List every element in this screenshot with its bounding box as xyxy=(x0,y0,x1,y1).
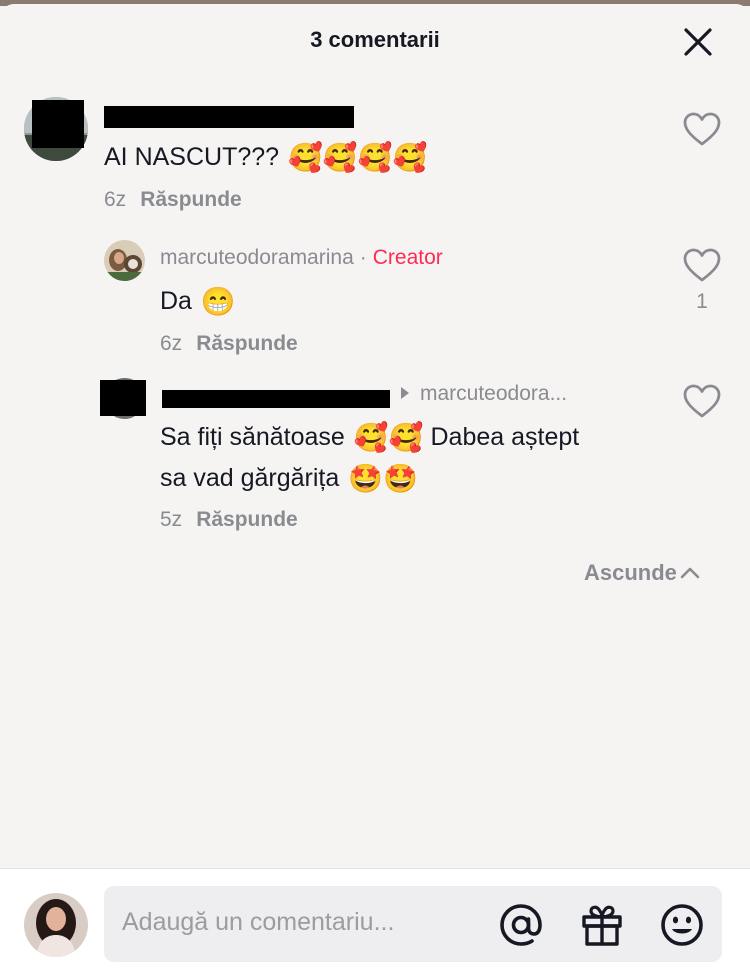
like-button[interactable] xyxy=(682,110,722,150)
like-button[interactable] xyxy=(682,382,722,422)
at-icon xyxy=(500,904,542,946)
reply-target-row: marcuteodora... xyxy=(398,382,567,406)
comment-meta: 5z Răspunde xyxy=(160,508,298,532)
smiling-hearts-emoji: 🥰🥰 xyxy=(353,422,424,453)
creator-avatar-image xyxy=(104,240,145,281)
reply-button[interactable]: Răspunde xyxy=(140,188,242,211)
creator-avatar[interactable] xyxy=(104,240,145,281)
comment-time: 6z xyxy=(104,188,127,211)
comment-meta: 6z Răspunde xyxy=(160,332,298,356)
comment-text-line2: sa vad gărgărița 🤩🤩 xyxy=(160,463,418,494)
close-button[interactable] xyxy=(680,24,716,60)
emoji-icon xyxy=(661,904,703,946)
creator-username[interactable]: marcuteodoramarina xyxy=(160,246,354,269)
redacted-avatar xyxy=(32,100,84,148)
current-user-avatar-image xyxy=(24,893,88,957)
close-icon xyxy=(684,28,712,56)
gift-icon xyxy=(582,905,622,946)
star-struck-emoji: 🤩🤩 xyxy=(348,463,418,494)
comment-text: Sa fiți sănătoase 🥰🥰 Dabea aștept xyxy=(160,422,580,453)
reply-button[interactable]: Răspunde xyxy=(196,508,298,531)
comment-time: 6z xyxy=(160,332,183,355)
redacted-username xyxy=(104,106,354,128)
emoji-button[interactable] xyxy=(659,902,705,948)
separator-dot: · xyxy=(359,246,367,269)
hide-replies-button[interactable]: Ascunde xyxy=(584,560,701,586)
comments-count-title: 3 comentarii xyxy=(310,27,440,52)
reply-to-username[interactable]: marcuteodora... xyxy=(420,382,567,405)
like-count: 1 xyxy=(696,290,708,313)
mention-button[interactable] xyxy=(498,902,544,948)
smiling-hearts-emoji: 🥰🥰🥰🥰 xyxy=(288,142,428,173)
current-user-avatar xyxy=(24,893,88,957)
comment-time: 5z xyxy=(160,508,183,531)
creator-username-row: marcuteodoramarina · Creator xyxy=(160,246,443,270)
comment-text: Da 😁 xyxy=(160,286,236,317)
comment-text: AI NASCUT??? 🥰🥰🥰🥰 xyxy=(104,142,428,173)
reply-arrow-icon xyxy=(401,387,409,399)
heart-icon xyxy=(683,248,721,282)
like-button[interactable] xyxy=(682,246,722,286)
comment-meta: 6z Răspunde xyxy=(104,188,242,212)
reply-button[interactable]: Răspunde xyxy=(196,332,298,355)
redacted-username xyxy=(162,390,390,408)
comment-input-placeholder: Adaugă un comentariu... xyxy=(122,908,395,936)
heart-icon xyxy=(683,384,721,418)
grinning-emoji: 😁 xyxy=(200,286,236,317)
chevron-up-icon xyxy=(680,567,700,579)
redacted-avatar xyxy=(100,380,146,416)
heart-icon xyxy=(683,112,721,146)
creator-badge: Creator xyxy=(372,246,443,269)
gift-button[interactable] xyxy=(579,902,625,948)
